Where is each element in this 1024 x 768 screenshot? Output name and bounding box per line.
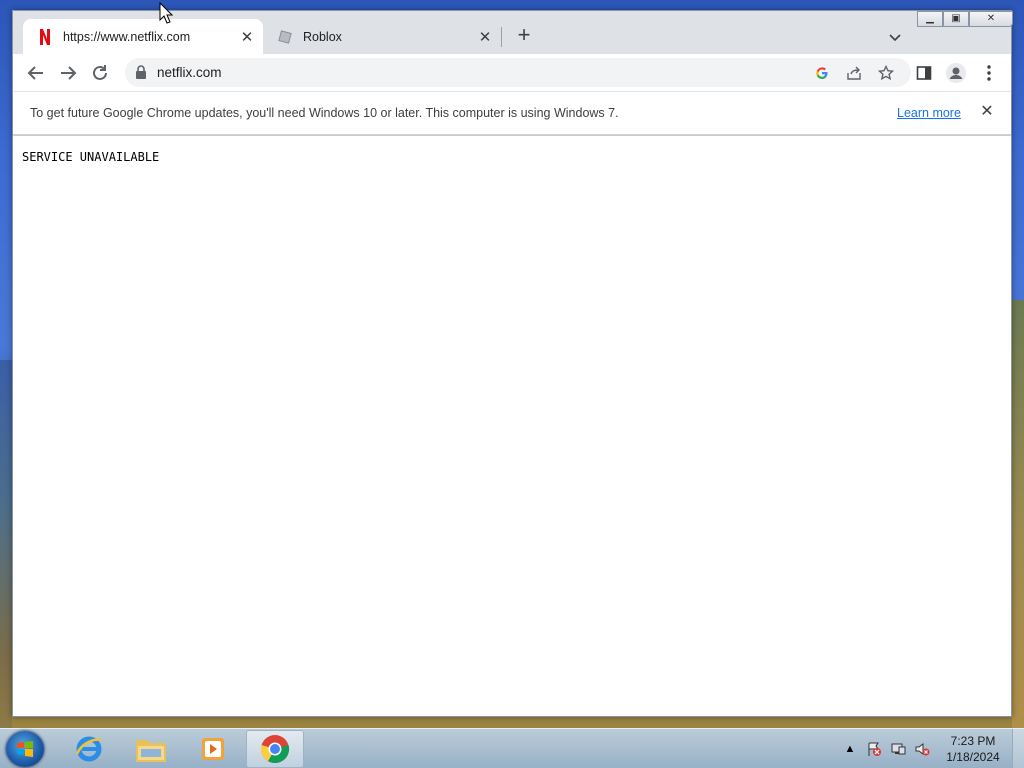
tab-search-icon[interactable]: [885, 27, 905, 47]
volume-muted-icon[interactable]: [912, 735, 932, 763]
forward-button[interactable]: [56, 61, 80, 85]
address-bar[interactable]: netflix.com: [125, 58, 911, 87]
page-content: SERVICE UNAVAILABLE: [13, 136, 1011, 716]
desktop-wallpaper-right: [1012, 300, 1024, 730]
netflix-icon: [37, 28, 53, 45]
desktop-wallpaper-left: [0, 360, 12, 730]
start-button[interactable]: [6, 731, 44, 767]
network-icon[interactable]: [888, 735, 908, 763]
side-panel-icon[interactable]: [914, 63, 934, 83]
restore-button[interactable]: ▣: [943, 11, 969, 27]
internet-explorer-icon[interactable]: [60, 730, 118, 768]
reload-button[interactable]: [88, 61, 112, 85]
clock-time: 7:23 PM: [950, 734, 996, 748]
windows-flag-icon: [17, 741, 33, 757]
share-icon[interactable]: [845, 64, 863, 82]
tab-separator: [501, 27, 502, 47]
chrome-icon[interactable]: [246, 730, 304, 768]
action-center-flag-icon[interactable]: [864, 735, 884, 763]
minimize-button[interactable]: ▁: [917, 11, 943, 27]
infobar-message: To get future Google Chrome updates, you…: [30, 106, 619, 120]
lock-icon[interactable]: [135, 65, 147, 84]
file-explorer-icon[interactable]: [122, 730, 180, 768]
bookmark-star-icon[interactable]: [877, 64, 895, 82]
chrome-window: https://www.netflix.com ✕ Roblox ✕ + ▁ ▣…: [12, 10, 1013, 717]
close-tab-icon[interactable]: ✕: [475, 27, 495, 47]
google-lens-icon[interactable]: [813, 64, 831, 82]
show-desktop-button[interactable]: [1012, 729, 1024, 768]
roblox-icon: [277, 29, 293, 45]
tab-netflix[interactable]: https://www.netflix.com ✕: [23, 19, 263, 54]
close-infobar-icon[interactable]: ✕: [977, 102, 997, 122]
system-clock[interactable]: 7:23 PM 1/18/2024: [938, 733, 1008, 765]
error-message: SERVICE UNAVAILABLE: [22, 150, 160, 164]
profile-avatar-icon[interactable]: [946, 63, 966, 83]
url-text: netflix.com: [157, 65, 222, 80]
taskbar: ▲ 7:23 PM 1/18/2024: [0, 728, 1024, 768]
tab-title: Roblox: [303, 29, 342, 44]
clock-date: 1/18/2024: [946, 750, 1000, 764]
learn-more-link[interactable]: Learn more: [897, 106, 961, 120]
show-hidden-icons-button[interactable]: ▲: [842, 735, 858, 763]
menu-kebab-icon[interactable]: [979, 63, 999, 83]
back-button[interactable]: [24, 61, 48, 85]
close-tab-icon[interactable]: ✕: [237, 27, 257, 47]
media-player-icon[interactable]: [184, 730, 242, 768]
new-tab-button[interactable]: +: [513, 24, 535, 47]
browser-toolbar: netflix.com: [13, 54, 1011, 91]
mouse-cursor-icon: [159, 2, 173, 24]
tab-title: https://www.netflix.com: [63, 29, 191, 44]
tab-roblox[interactable]: Roblox ✕: [263, 19, 501, 54]
window-controls: ▁ ▣ ✕: [917, 11, 1013, 29]
close-window-button[interactable]: ✕: [969, 11, 1013, 27]
update-infobar: To get future Google Chrome updates, you…: [13, 91, 1011, 135]
